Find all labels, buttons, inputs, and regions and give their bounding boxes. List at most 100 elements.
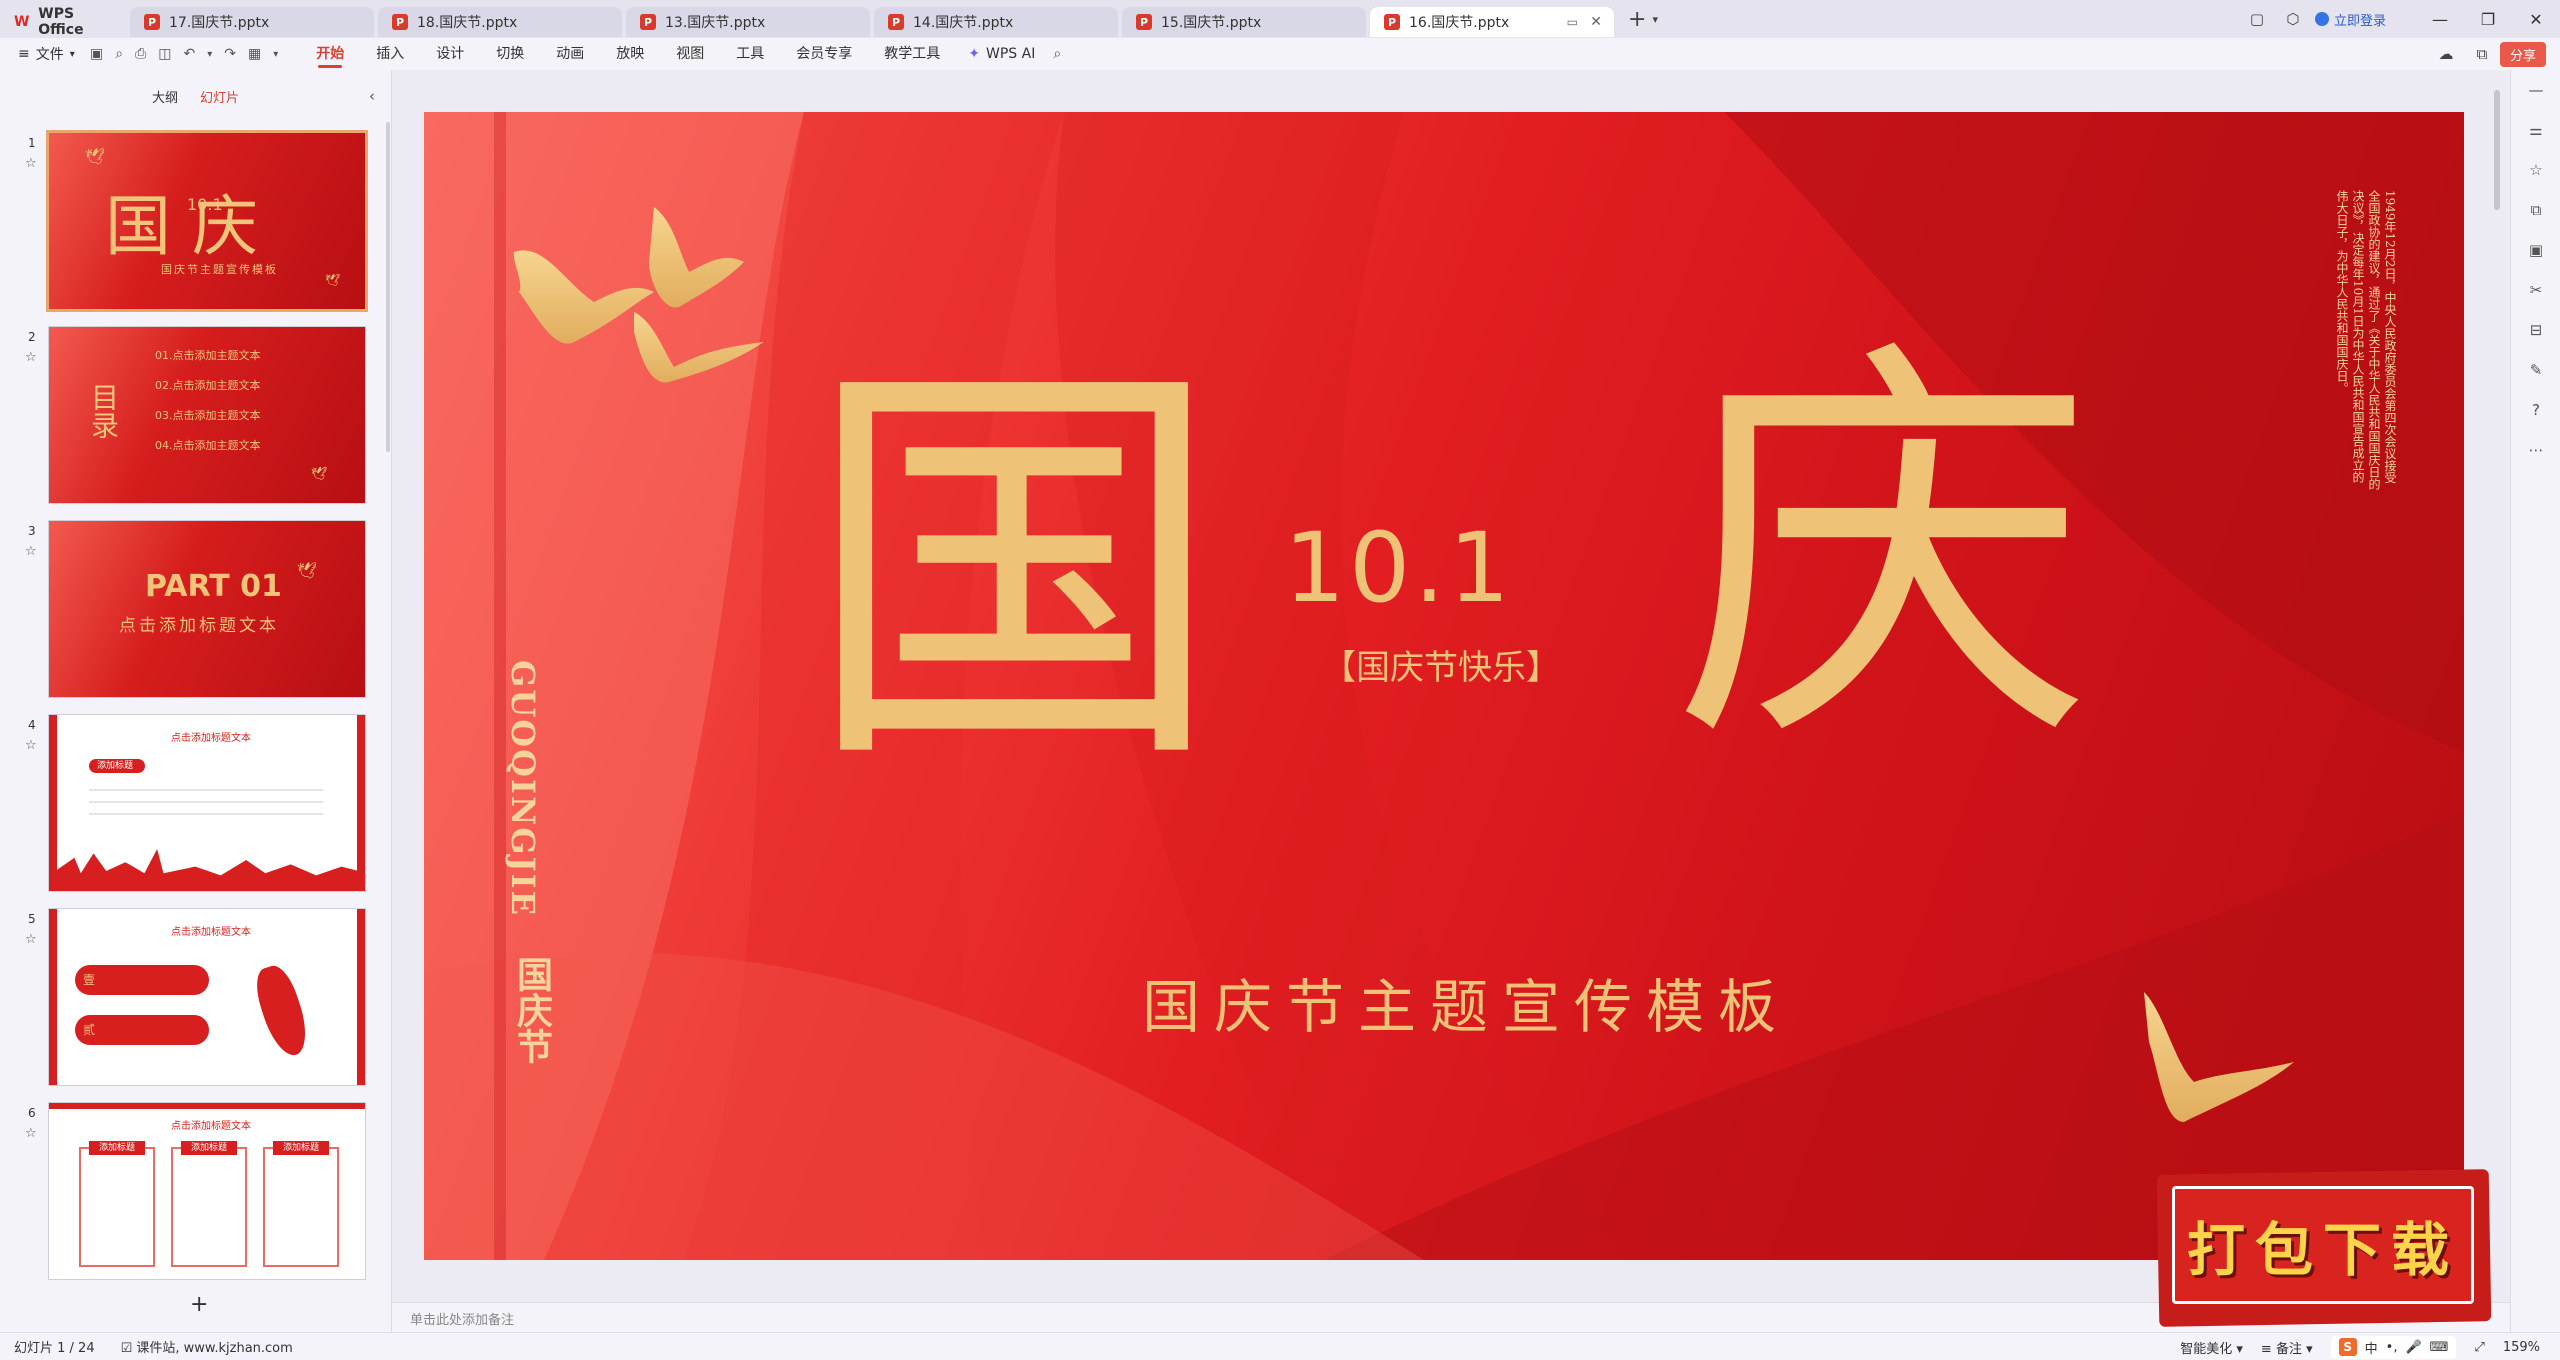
add-slide-button[interactable]: + [190, 1292, 208, 1317]
image-icon[interactable]: ▣ [2511, 230, 2560, 270]
menu-view[interactable]: 视图 [660, 38, 720, 70]
login-button[interactable]: 立即登录 [2314, 10, 2386, 29]
menu-tools[interactable]: 工具 [720, 38, 780, 70]
chevron-down-icon[interactable]: ▾ [273, 49, 278, 60]
thumbnail-row[interactable]: 6 ☆ 点击添加标题文本 添加标题 添加标题 添加标题 [0, 1102, 392, 1284]
star-icon[interactable]: ☆ [2511, 150, 2560, 190]
thumbnail-row[interactable]: 4 ☆ 点击添加标题文本 添加标题 [0, 714, 392, 896]
menu-insert[interactable]: 插入 [360, 38, 420, 70]
copy-icon[interactable]: ⧉ [2511, 190, 2560, 230]
slide-date[interactable]: 10.1 [1284, 512, 1514, 624]
slide-greeting[interactable]: 【国庆节快乐】 [1322, 640, 1560, 689]
zoom-level[interactable]: 159% [2503, 1340, 2540, 1355]
cloud-sync-icon[interactable]: ☁ [2428, 45, 2464, 63]
slide-thumbnail[interactable]: 🕊 国 庆 10.1 国庆节主题宣传模板 🕊 [46, 130, 368, 312]
slide-thumbnail[interactable]: 点击添加标题文本 添加标题 添加标题 添加标题 [48, 1102, 366, 1280]
tab-slides[interactable]: 幻灯片 [200, 87, 239, 106]
slide-char-left[interactable]: 国 [804, 362, 1224, 782]
slide-thumbnail[interactable]: 点击添加标题文本 添加标题 [48, 714, 366, 892]
tab-wps-office[interactable]: W WPS Office [0, 6, 130, 38]
thumbnail-row[interactable]: 5 ☆ 点击添加标题文本 壹 贰 [0, 908, 392, 1090]
search-icon[interactable]: ⌕ [1053, 46, 1061, 62]
file-menu[interactable]: ≡ 文件 ▾ [0, 44, 90, 64]
menu-animation[interactable]: 动画 [540, 38, 600, 70]
book-icon[interactable]: ⊟ [2511, 310, 2560, 350]
undo-icon[interactable]: ↶ [184, 46, 196, 62]
share-button[interactable]: 分享 [2499, 41, 2546, 67]
thumb-title: 国 庆 [105, 188, 258, 265]
thumbnail-row[interactable]: 1 ☆ 🕊 国 庆 10.1 国庆节主题宣传模板 🕊 [0, 130, 392, 314]
menu-transition[interactable]: 切换 [480, 38, 540, 70]
quick-access-toolbar: ▣ ⌕ ⎙ ◫ ↶ ▾ ↷ ▦ ▾ [90, 46, 278, 62]
download-package-badge[interactable]: 打包下载 [2156, 1169, 2492, 1327]
monitor-icon[interactable]: ▭ [1567, 15, 1578, 29]
slide-thumbnail[interactable]: PART 01 点击添加标题文本 🕊 [48, 520, 366, 698]
minimize-button[interactable]: — [2416, 10, 2464, 29]
smart-beautify-button[interactable]: 智能美化 ▾ [2180, 1338, 2243, 1357]
star-icon[interactable]: ☆ [25, 1126, 37, 1141]
redo-icon[interactable]: ↷ [224, 46, 236, 62]
menu-slideshow[interactable]: 放映 [600, 38, 660, 70]
star-icon[interactable]: ☆ [25, 544, 37, 559]
link-icon[interactable]: ⌕ [115, 46, 123, 62]
window-layout-icon[interactable]: ▢ [2239, 10, 2275, 28]
panel-scrollbar[interactable] [386, 122, 390, 452]
help-icon[interactable]: ? [2511, 390, 2560, 430]
tab-outline[interactable]: 大纲 [152, 87, 178, 106]
thumbnail-row[interactable]: 2 ☆ 目录 01.点击添加主题文本 02.点击添加主题文本 03.点击添加主题… [0, 326, 392, 508]
save-icon[interactable]: ▣ [90, 46, 103, 62]
slide-pinyin[interactable]: GUOQINGJIE [504, 660, 542, 917]
collapse-panel-icon[interactable]: ‹ [369, 87, 375, 105]
star-icon[interactable]: ☆ [25, 156, 37, 171]
tab-document[interactable]: P 14.国庆节.pptx [874, 7, 1118, 37]
slide-char-right[interactable]: 庆 [1674, 342, 2094, 762]
chevron-down-icon[interactable]: ▾ [1652, 13, 1658, 26]
slide-body-text[interactable]: 1949年12月2日，中央人民政府委员会第四次会议接受全国政协的建议，通过了《关… [2334, 190, 2398, 490]
tab-document[interactable]: P 13.国庆节.pptx [626, 7, 870, 37]
restore-button[interactable]: ❐ [2464, 10, 2512, 29]
cube-icon[interactable]: ⬡ [2275, 10, 2311, 28]
menu-design[interactable]: 设计 [420, 38, 480, 70]
slide-vertical-title[interactable]: 国庆节 [506, 956, 558, 1064]
menu-home[interactable]: 开始 [300, 38, 360, 70]
thumb-border [49, 909, 57, 1085]
thumbnail-row[interactable]: 3 ☆ PART 01 点击添加标题文本 🕊 [0, 520, 392, 702]
thumb-border [49, 1103, 365, 1109]
tab-document[interactable]: P 15.国庆节.pptx [1122, 7, 1366, 37]
close-tab-icon[interactable]: ✕ [1590, 14, 1602, 30]
canvas-scrollbar[interactable] [2494, 90, 2500, 210]
tab-document[interactable]: P 17.国庆节.pptx [130, 7, 374, 37]
star-icon[interactable]: ☆ [25, 932, 37, 947]
menu-teaching-tools[interactable]: 教学工具 [868, 38, 956, 70]
fit-window-icon[interactable]: ⤢ [2474, 1340, 2484, 1355]
new-tab-button[interactable]: + [1628, 7, 1646, 32]
preview-icon[interactable]: ◫ [158, 46, 171, 62]
star-icon[interactable]: ☆ [25, 350, 37, 365]
edit-icon[interactable]: ✎ [2511, 350, 2560, 390]
minimize-pane-icon[interactable]: — [2511, 70, 2560, 110]
tools-icon[interactable]: ✂ [2511, 270, 2560, 310]
slide-subtitle[interactable]: 国庆节主题宣传模板 [1142, 960, 1790, 1044]
mic-icon: 🎤 [2405, 1339, 2422, 1355]
menu-member[interactable]: 会员专享 [780, 38, 868, 70]
close-window-button[interactable]: ✕ [2512, 10, 2560, 29]
tab-document-active[interactable]: P 16.国庆节.pptx ▭ ✕ [1370, 7, 1614, 37]
thumb-heading: 点击添加标题文本 [171, 1121, 251, 1132]
slide-main[interactable]: 国 庆 10.1 【国庆节快乐】 国庆节主题宣传模板 GUOQINGJIE 国庆… [424, 112, 2464, 1260]
slide-thumbnail[interactable]: 点击添加标题文本 壹 贰 [48, 908, 366, 1086]
check-icon: ☑ [120, 1341, 133, 1356]
site-label: 课件站, www.kjzhan.com [136, 1341, 293, 1356]
chevron-down-icon[interactable]: ▾ [207, 49, 212, 60]
tab-document[interactable]: P 18.国庆节.pptx [378, 7, 622, 37]
notes-toggle-button[interactable]: ≡ 备注 ▾ [2261, 1338, 2313, 1357]
slide-thumbnail[interactable]: 目录 01.点击添加主题文本 02.点击添加主题文本 03.点击添加主题文本 0… [48, 326, 366, 504]
properties-icon[interactable]: ⚌ [2511, 110, 2560, 150]
more-icon[interactable]: ⋯ [2511, 430, 2560, 470]
format-painter-icon[interactable]: ▦ [248, 46, 261, 62]
collaboration-icon[interactable]: ⧉ [2464, 45, 2500, 63]
ribbon-figure [249, 961, 315, 1061]
print-icon[interactable]: ⎙ [135, 46, 146, 62]
wps-ai-button[interactable]: ✦ WPS AI [956, 46, 1047, 62]
star-icon[interactable]: ☆ [25, 738, 37, 753]
input-method-bar[interactable]: S 中 •, 🎤 ⌨ [2330, 1335, 2457, 1359]
